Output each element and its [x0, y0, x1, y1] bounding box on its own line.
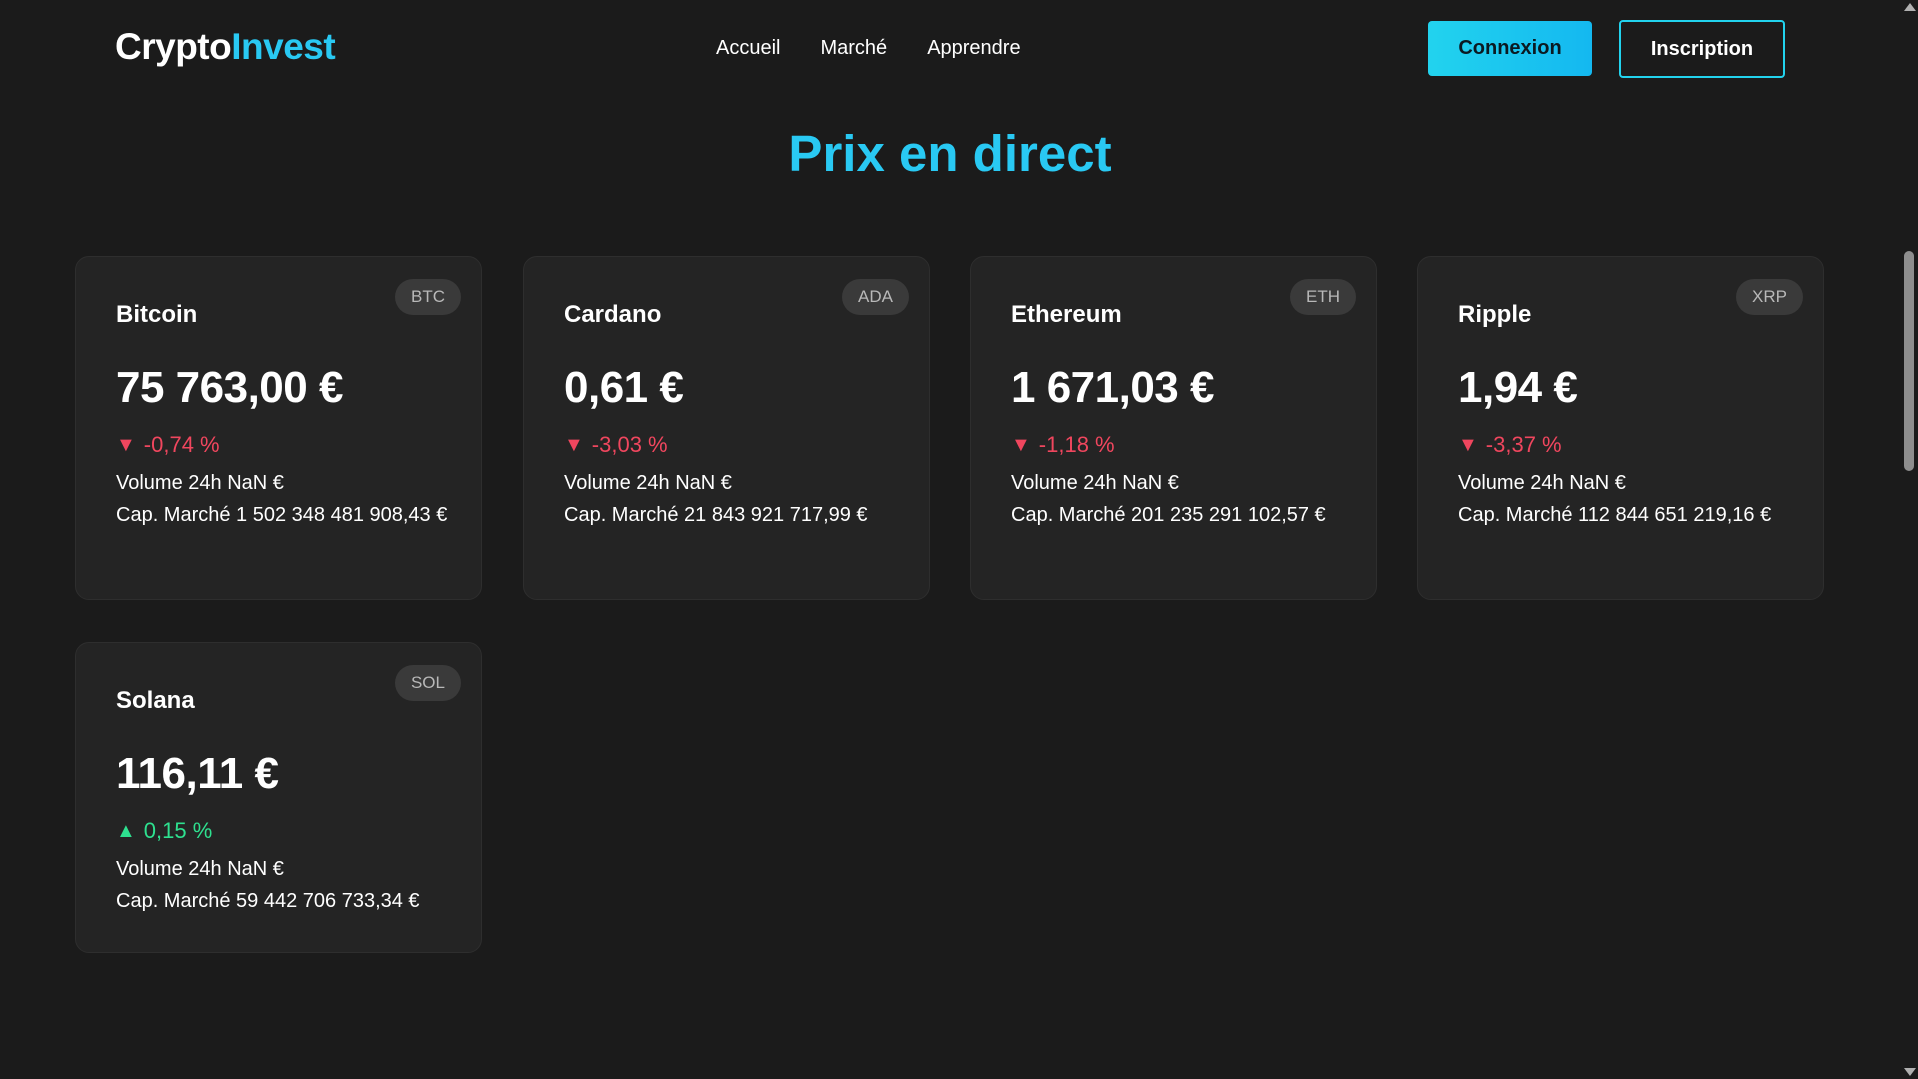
vertical-scrollbar[interactable]	[1900, 0, 1918, 1079]
volume-24h: Volume 24h NaN €	[564, 472, 732, 494]
crypto-price: 1 671,03 €	[1011, 363, 1214, 412]
crypto-name: Cardano	[564, 301, 662, 328]
crypto-price: 116,11 €	[116, 749, 279, 798]
scroll-down-arrow-icon[interactable]	[1904, 1068, 1916, 1076]
volume-24h: Volume 24h NaN €	[116, 472, 284, 494]
page-title: Prix en direct	[788, 125, 1112, 182]
crypto-symbol-badge: XRP	[1736, 279, 1803, 315]
price-change-value: -3,03 %	[591, 432, 668, 457]
arrow-down-icon: ▼	[116, 433, 136, 456]
crypto-stats: Volume 24h NaN € Cap. Marché 112 844 651…	[1458, 467, 1803, 531]
volume-24h: Volume 24h NaN €	[116, 858, 284, 880]
price-change-value: 0,15 %	[143, 818, 213, 843]
market-cap: Cap. Marché 1 502 348 481 908,43 €	[116, 504, 448, 526]
scrollbar-thumb[interactable]	[1904, 251, 1914, 471]
signup-button[interactable]: Inscription	[1619, 20, 1785, 78]
price-change: ▲ 0,15 %	[116, 818, 212, 844]
crypto-card-ripple[interactable]: Ripple XRP 1,94 € ▼ -3,37 % Volume 24h N…	[1417, 256, 1824, 600]
crypto-stats: Volume 24h NaN € Cap. Marché 1 502 348 4…	[116, 467, 461, 531]
top-header: CryptoInvest Accueil Marché Apprendre Co…	[0, 0, 1900, 98]
crypto-price: 0,61 €	[564, 363, 684, 412]
scroll-up-arrow-icon[interactable]	[1904, 3, 1916, 11]
crypto-card-cardano[interactable]: Cardano ADA 0,61 € ▼ -3,03 % Volume 24h …	[523, 256, 930, 600]
market-cap: Cap. Marché 59 442 706 733,34 €	[116, 890, 420, 912]
arrow-down-icon: ▼	[1011, 433, 1031, 456]
market-cap: Cap. Marché 21 843 921 717,99 €	[564, 504, 868, 526]
price-change: ▼ -3,03 %	[564, 432, 668, 458]
login-button[interactable]: Connexion	[1428, 21, 1592, 76]
price-change: ▼ -3,37 %	[1458, 432, 1562, 458]
price-change-value: -3,37 %	[1485, 432, 1562, 457]
brand-logo-part2: Invest	[231, 26, 336, 67]
main-nav: Accueil Marché Apprendre	[716, 37, 1021, 60]
volume-24h: Volume 24h NaN €	[1458, 472, 1626, 494]
brand-logo-part1: Crypto	[115, 26, 232, 67]
crypto-price: 1,94 €	[1458, 363, 1578, 412]
price-change: ▼ -1,18 %	[1011, 432, 1115, 458]
brand-logo[interactable]: CryptoInvest	[115, 26, 336, 68]
crypto-symbol-badge: BTC	[395, 279, 461, 315]
arrow-up-icon: ▲	[116, 819, 136, 842]
crypto-name: Solana	[116, 687, 195, 714]
price-change: ▼ -0,74 %	[116, 432, 220, 458]
price-change-value: -0,74 %	[143, 432, 220, 457]
crypto-card-bitcoin[interactable]: Bitcoin BTC 75 763,00 € ▼ -0,74 % Volume…	[75, 256, 482, 600]
crypto-stats: Volume 24h NaN € Cap. Marché 59 442 706 …	[116, 853, 461, 917]
nav-link-marche[interactable]: Marché	[820, 37, 887, 60]
crypto-price: 75 763,00 €	[116, 363, 343, 412]
crypto-card-ethereum[interactable]: Ethereum ETH 1 671,03 € ▼ -1,18 % Volume…	[970, 256, 1377, 600]
crypto-symbol-badge: ADA	[842, 279, 909, 315]
nav-link-apprendre[interactable]: Apprendre	[927, 37, 1020, 60]
crypto-name: Ripple	[1458, 301, 1532, 328]
arrow-down-icon: ▼	[564, 433, 584, 456]
crypto-name: Ethereum	[1011, 301, 1122, 328]
crypto-name: Bitcoin	[116, 301, 198, 328]
crypto-card-solana[interactable]: Solana SOL 116,11 € ▲ 0,15 % Volume 24h …	[75, 642, 482, 953]
price-change-value: -1,18 %	[1038, 432, 1115, 457]
market-cap: Cap. Marché 112 844 651 219,16 €	[1458, 504, 1772, 526]
crypto-symbol-badge: SOL	[394, 665, 461, 701]
volume-24h: Volume 24h NaN €	[1011, 472, 1179, 494]
market-cap: Cap. Marché 201 235 291 102,57 €	[1011, 504, 1326, 526]
page: CryptoInvest Accueil Marché Apprendre Co…	[0, 0, 1918, 1079]
nav-link-accueil[interactable]: Accueil	[716, 37, 780, 60]
arrow-down-icon: ▼	[1458, 433, 1478, 456]
crypto-stats: Volume 24h NaN € Cap. Marché 201 235 291…	[1011, 467, 1356, 531]
crypto-stats: Volume 24h NaN € Cap. Marché 21 843 921 …	[564, 467, 909, 531]
crypto-symbol-badge: ETH	[1290, 279, 1356, 315]
